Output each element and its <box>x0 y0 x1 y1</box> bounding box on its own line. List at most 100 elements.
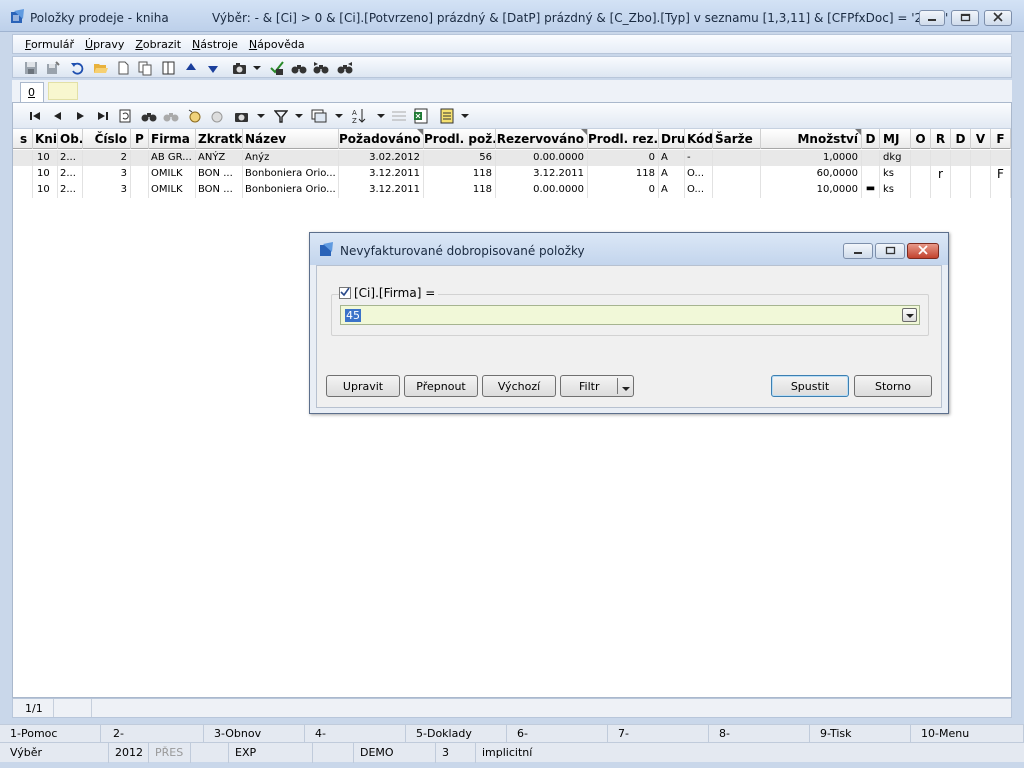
snapshot-dropdown-icon[interactable] <box>253 108 269 124</box>
col-prodl-poz[interactable]: Prodl. pož. <box>424 129 496 149</box>
fkey-9[interactable]: 9-Tisk <box>810 725 911 743</box>
report-dropdown-icon[interactable] <box>457 108 473 124</box>
fkey-7[interactable]: 7- <box>608 725 709 743</box>
next-record-icon[interactable] <box>73 108 89 124</box>
columns-dropdown-icon[interactable] <box>331 108 347 124</box>
condition-checkbox[interactable] <box>339 287 351 299</box>
main-title-bar[interactable]: Položky prodeje - kniha Výběr: - & [Ci] … <box>0 0 1024 32</box>
arrow-up-icon[interactable] <box>183 60 199 76</box>
col-sarze[interactable]: Šarže <box>713 129 761 149</box>
save-icon[interactable] <box>23 60 39 76</box>
filter-check-icon[interactable] <box>269 60 285 76</box>
fkey-10[interactable]: 10-Menu <box>911 725 1024 743</box>
sort-icon[interactable]: AZ <box>351 108 367 124</box>
col-firma[interactable]: Firma <box>149 129 196 149</box>
close-button[interactable] <box>984 10 1012 26</box>
col-r[interactable]: R <box>931 129 951 149</box>
col-rezervovano[interactable]: Rezervováno <box>496 129 588 149</box>
col-knil[interactable]: Knil <box>33 129 58 149</box>
snapshot-icon[interactable] <box>233 108 249 124</box>
fkey-8[interactable]: 8- <box>709 725 810 743</box>
copy-document-icon[interactable] <box>137 60 153 76</box>
binoculars-next-icon[interactable] <box>313 60 329 76</box>
col-s[interactable]: s <box>13 129 33 149</box>
last-record-icon[interactable] <box>95 108 111 124</box>
col-v[interactable]: V <box>971 129 991 149</box>
camera-icon[interactable] <box>231 60 247 76</box>
mark-remove-icon[interactable] <box>209 108 225 124</box>
open-folder-icon[interactable] <box>93 60 109 76</box>
condition-dropdown-button[interactable] <box>902 308 917 322</box>
fkey-5[interactable]: 5-Doklady <box>406 725 507 743</box>
menu-napoveda[interactable]: Nápověda <box>249 38 305 51</box>
new-document-icon[interactable] <box>115 60 131 76</box>
filtr-button[interactable]: Filtr <box>560 375 634 397</box>
table-row[interactable]: 10 2... 2 AB GR... ANÝZ Anýz 3.02.2012 5… <box>13 150 1011 166</box>
prepnout-button[interactable]: Přepnout <box>404 375 478 397</box>
menu-upravy[interactable]: Úpravy <box>85 38 124 51</box>
condition-value-input[interactable]: 45 <box>340 305 920 325</box>
restore-button[interactable] <box>951 10 979 26</box>
tab-empty[interactable] <box>48 82 78 100</box>
sort-dropdown-icon[interactable] <box>373 108 389 124</box>
fkey-3[interactable]: 3-Obnov <box>204 725 305 743</box>
dialog-title-bar[interactable]: Nevyfakturované dobropisované položky <box>310 233 948 265</box>
filter-dropdown-icon[interactable] <box>291 108 307 124</box>
tab-0[interactable]: 0 <box>20 82 44 102</box>
chevron-down-icon[interactable] <box>249 60 265 76</box>
col-ob[interactable]: Ob. <box>58 129 83 149</box>
filter-icon[interactable] <box>273 108 289 124</box>
col-d2[interactable]: D <box>951 129 971 149</box>
table-row[interactable]: 10 2... 3 OMILK BON ... Bonboniera Orio.… <box>13 182 1011 198</box>
col-pozadovano[interactable]: Požadováno <box>339 129 424 149</box>
col-druh[interactable]: Druh <box>659 129 685 149</box>
cell-ob: 2... <box>58 182 83 198</box>
col-mnozstvi[interactable]: Množství <box>761 129 862 149</box>
book-icon[interactable] <box>160 60 176 76</box>
first-record-icon[interactable] <box>27 108 43 124</box>
col-p[interactable]: P <box>131 129 149 149</box>
minimize-button[interactable] <box>919 10 945 26</box>
columns-icon[interactable] <box>311 108 327 124</box>
col-d[interactable]: D <box>862 129 880 149</box>
report-icon[interactable] <box>439 108 455 124</box>
fkey-2[interactable]: 2- <box>103 725 204 743</box>
upravit-button[interactable]: Upravit <box>326 375 400 397</box>
col-mj[interactable]: MJ <box>880 129 911 149</box>
menu-zobrazit[interactable]: Zobrazit <box>135 38 181 51</box>
chevron-down-icon[interactable] <box>622 382 630 395</box>
refresh-icon[interactable] <box>117 108 133 124</box>
arrow-down-icon[interactable] <box>205 60 221 76</box>
save-as-icon[interactable] <box>45 60 61 76</box>
menu-formular[interactable]: Formulář <box>25 38 74 51</box>
vychozi-button[interactable]: Výchozí <box>482 375 556 397</box>
undo-icon[interactable] <box>69 60 85 76</box>
list-icon[interactable] <box>391 108 407 124</box>
table-row[interactable]: 10 2... 3 OMILK BON ... Bonboniera Orio.… <box>13 166 1011 182</box>
find-disabled-icon[interactable] <box>163 108 179 124</box>
find-icon[interactable] <box>141 108 157 124</box>
col-kod[interactable]: Kód <box>685 129 713 149</box>
spustit-button[interactable]: Spustit <box>771 375 849 397</box>
col-prodl-rez[interactable]: Prodl. rez. <box>588 129 659 149</box>
fkey-1[interactable]: 1-Pomoc <box>0 725 101 743</box>
mark-add-icon[interactable] <box>187 108 203 124</box>
col-o[interactable]: O <box>911 129 931 149</box>
dialog-maximize-button[interactable] <box>875 243 905 259</box>
binoculars-icon[interactable] <box>291 60 307 76</box>
fkey-6[interactable]: 6- <box>507 725 608 743</box>
dialog-close-button[interactable] <box>907 243 939 259</box>
grid-header: s Knil Ob. Číslo P Firma Zkratka Název P… <box>13 129 1011 149</box>
menu-nastroje[interactable]: Nástroje <box>192 38 238 51</box>
col-nazev[interactable]: Název <box>243 129 339 149</box>
prev-record-icon[interactable] <box>49 108 65 124</box>
fkey-4[interactable]: 4- <box>305 725 406 743</box>
col-f[interactable]: F <box>991 129 1011 149</box>
dialog-minimize-button[interactable] <box>843 243 873 259</box>
divider <box>617 378 618 394</box>
col-cislo[interactable]: Číslo <box>83 129 131 149</box>
storno-button[interactable]: Storno <box>854 375 932 397</box>
excel-export-icon[interactable] <box>413 108 429 124</box>
col-zkratka[interactable]: Zkratka <box>196 129 243 149</box>
binoculars-prev-icon[interactable] <box>337 60 353 76</box>
